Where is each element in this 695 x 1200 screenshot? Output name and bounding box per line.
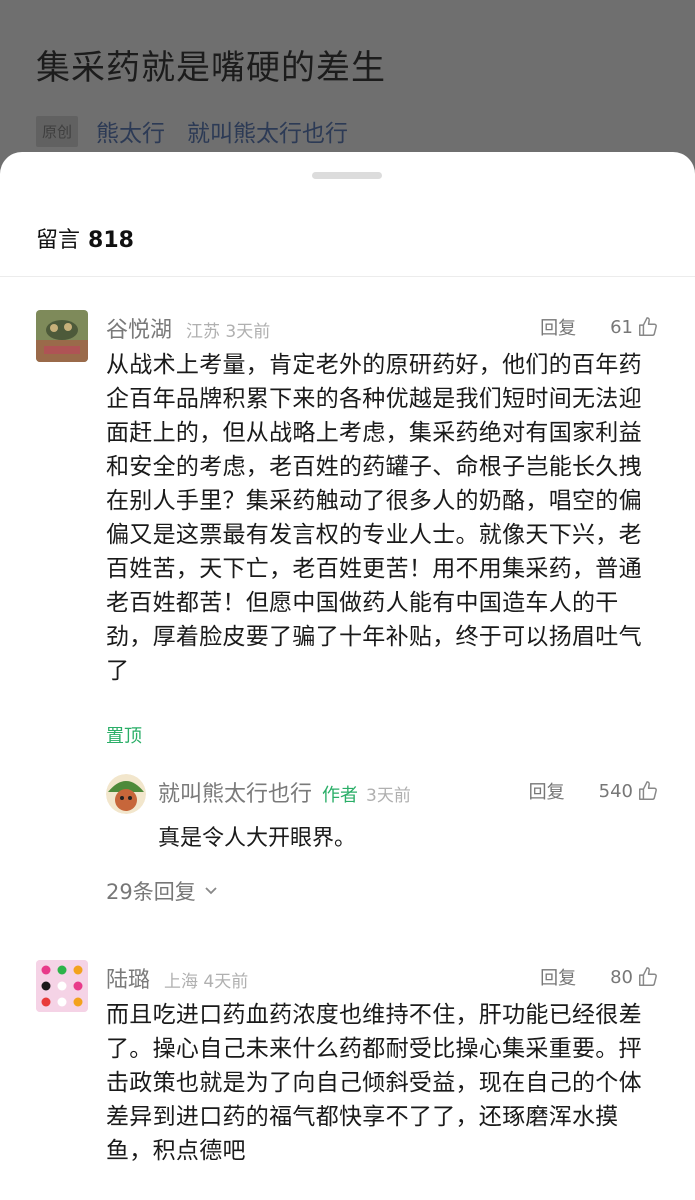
header-divider: [0, 276, 695, 277]
comment-text: 而且吃进口药血药浓度也维持不住，肝功能已经很差了。操心自己未来什么药都耐受比操心…: [106, 1002, 642, 1164]
avatar[interactable]: [36, 310, 88, 362]
comment-actions: 回复 80: [540, 964, 659, 990]
comment-actions: 回复 61: [540, 314, 659, 340]
author-tag: 作者: [322, 785, 359, 806]
reply-header: 就叫熊太行也行 作者 3天前: [158, 776, 411, 808]
reply-button[interactable]: 回复: [529, 778, 565, 804]
reply-author-name[interactable]: 就叫熊太行也行: [158, 776, 312, 808]
comment-meta: 上海 4天前: [164, 972, 249, 992]
comments-label: 留言: [36, 228, 81, 253]
thumbs-up-icon[interactable]: [637, 966, 659, 988]
reply-button[interactable]: 回复: [540, 314, 576, 340]
original-badge: 原创: [36, 115, 79, 147]
like-count: 540: [598, 780, 633, 802]
comment-header: 谷悦湖 江苏 3天前: [106, 312, 270, 344]
like-count: 61: [610, 316, 633, 338]
reply-text: 真是令人大开眼界。: [158, 826, 357, 851]
comments-sheet: 留言 818 谷悦湖 江苏 3天前 回复 61 从战术上考量，肯定老外的原研药好…: [0, 152, 695, 1200]
thumbs-up-icon[interactable]: [637, 780, 659, 802]
avatar[interactable]: [36, 960, 88, 1012]
reply-actions: 回复 540: [529, 778, 659, 804]
comments-count: 818: [88, 228, 134, 253]
account-link[interactable]: 就叫熊太行也行: [187, 114, 348, 148]
more-replies-label: 29条回复: [106, 880, 196, 904]
commenter-name[interactable]: 陆璐: [106, 962, 150, 994]
comments-header: 留言 818: [36, 222, 134, 254]
thumbs-up-icon[interactable]: [637, 316, 659, 338]
sheet-drag-handle[interactable]: [312, 172, 382, 179]
like-count: 80: [610, 966, 633, 988]
author-avatar[interactable]: [106, 774, 146, 814]
comment-meta: 江苏 3天前: [186, 322, 271, 342]
article-title: 集采药就是嘴硬的差生: [36, 48, 386, 88]
commenter-name[interactable]: 谷悦湖: [106, 312, 172, 344]
comment-header: 陆璐 上海 4天前: [106, 962, 248, 994]
comment-text: 从战术上考量，肯定老外的原研药好，他们的百年药企百年品牌积累下来的各种优越是我们…: [106, 352, 642, 684]
more-replies-button[interactable]: 29条回复: [106, 876, 218, 906]
article-meta: 原创 熊太行 就叫熊太行也行: [36, 114, 348, 148]
reply-time: 3天前: [366, 786, 411, 806]
chevron-down-icon: [205, 887, 217, 895]
reply-button[interactable]: 回复: [540, 964, 576, 990]
author-link[interactable]: 熊太行: [96, 114, 165, 148]
pinned-label: 置顶: [106, 726, 142, 747]
